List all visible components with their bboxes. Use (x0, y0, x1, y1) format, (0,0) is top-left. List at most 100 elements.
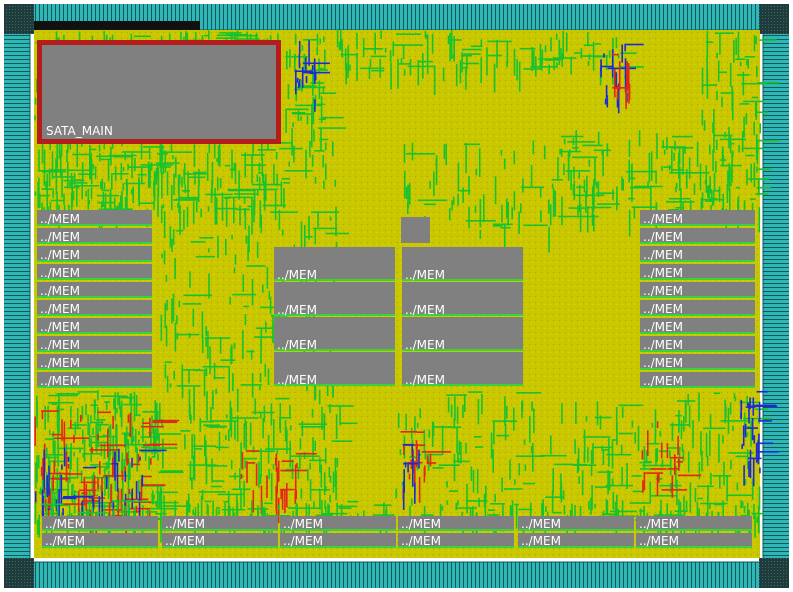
route-segment (87, 188, 90, 210)
route-segment (673, 152, 675, 161)
route-segment (492, 225, 503, 227)
route-segment (743, 506, 746, 513)
route-segment (49, 460, 66, 463)
route-segment (226, 414, 228, 419)
mem-block-left-5: ../MEM (37, 282, 152, 298)
route-segment (513, 191, 516, 211)
route-segment (728, 163, 730, 192)
route-segment (124, 153, 126, 161)
route-segment (287, 84, 290, 99)
route-segment (251, 411, 275, 414)
route-segment (216, 158, 218, 163)
route-segment (566, 32, 568, 52)
route-segment (205, 368, 208, 376)
route-segment (429, 180, 431, 189)
route-segment (300, 116, 302, 121)
route-segment (487, 40, 512, 43)
route-segment (755, 111, 768, 114)
route-segment (674, 510, 688, 512)
route-segment (138, 202, 154, 204)
route-segment (616, 186, 618, 204)
route-segment (384, 48, 387, 53)
route-segment (754, 404, 777, 407)
route-segment (729, 63, 732, 87)
route-segment (492, 420, 518, 422)
route-segment (697, 485, 714, 488)
route-segment (239, 205, 241, 226)
route-segment (422, 53, 424, 79)
route-segment (681, 443, 684, 452)
route-segment (409, 59, 412, 76)
route-segment (392, 41, 395, 57)
route-segment (583, 179, 586, 193)
route-segment (210, 485, 222, 488)
route-segment (545, 496, 564, 498)
route-segment (496, 39, 498, 68)
route-segment (139, 449, 167, 452)
route-segment (315, 514, 333, 517)
mem-block-label: ../MEM (639, 517, 679, 531)
route-segment (259, 474, 262, 484)
route-segment (90, 421, 103, 424)
route-segment (493, 420, 495, 445)
route-segment (735, 186, 741, 189)
mem-block-center-left-3: ../MEM (274, 317, 395, 352)
route-segment (313, 501, 315, 509)
route-segment (145, 511, 158, 513)
route-segment (509, 459, 511, 480)
route-segment (242, 330, 244, 360)
route-segment (323, 413, 325, 440)
route-segment (302, 62, 330, 65)
route-segment (749, 449, 752, 479)
route-segment (100, 395, 128, 397)
route-segment (191, 478, 193, 490)
route-segment (246, 265, 266, 267)
route-segment (295, 452, 317, 455)
route-segment (43, 449, 45, 480)
route-segment (515, 504, 518, 529)
route-segment (231, 234, 233, 240)
route-segment (506, 61, 508, 68)
route-segment (95, 428, 98, 453)
route-segment (407, 464, 409, 473)
route-segment (701, 109, 704, 126)
route-segment (554, 463, 574, 466)
mem-block-center-right-3: ../MEM (402, 317, 523, 352)
mem-block-center-right-2: ../MEM (402, 282, 523, 317)
route-segment (582, 144, 603, 147)
route-segment (237, 388, 239, 413)
route-segment (246, 450, 259, 452)
route-segment (305, 57, 307, 71)
route-segment (151, 415, 153, 435)
route-segment (592, 442, 594, 465)
route-segment (262, 204, 287, 207)
route-segment (278, 209, 281, 230)
route-segment (728, 126, 730, 149)
route-segment (463, 53, 481, 55)
route-segment (621, 500, 624, 517)
route-segment (131, 457, 133, 468)
route-segment (756, 141, 759, 164)
route-segment (676, 400, 696, 402)
route-segment (251, 197, 253, 215)
route-segment (696, 141, 699, 167)
route-segment (61, 419, 63, 441)
route-segment (603, 53, 605, 58)
route-segment (518, 61, 521, 92)
route-segment (299, 454, 301, 469)
route-segment (266, 475, 268, 498)
route-segment (578, 171, 580, 179)
route-segment (470, 45, 483, 48)
route-segment (659, 430, 662, 437)
route-segment (736, 482, 739, 491)
route-segment (614, 69, 616, 98)
route-segment (90, 187, 93, 200)
route-segment (164, 150, 167, 173)
route-segment (716, 139, 718, 150)
route-segment (431, 33, 434, 54)
route-segment (631, 206, 657, 208)
mem-block-label: ../MEM (40, 266, 80, 280)
chip-layout-canvas: SATA_MAIN ../MEM ../MEM ../MEM ../MEM ../MEM… (0, 0, 793, 592)
route-segment (206, 152, 209, 181)
route-segment (110, 147, 112, 166)
